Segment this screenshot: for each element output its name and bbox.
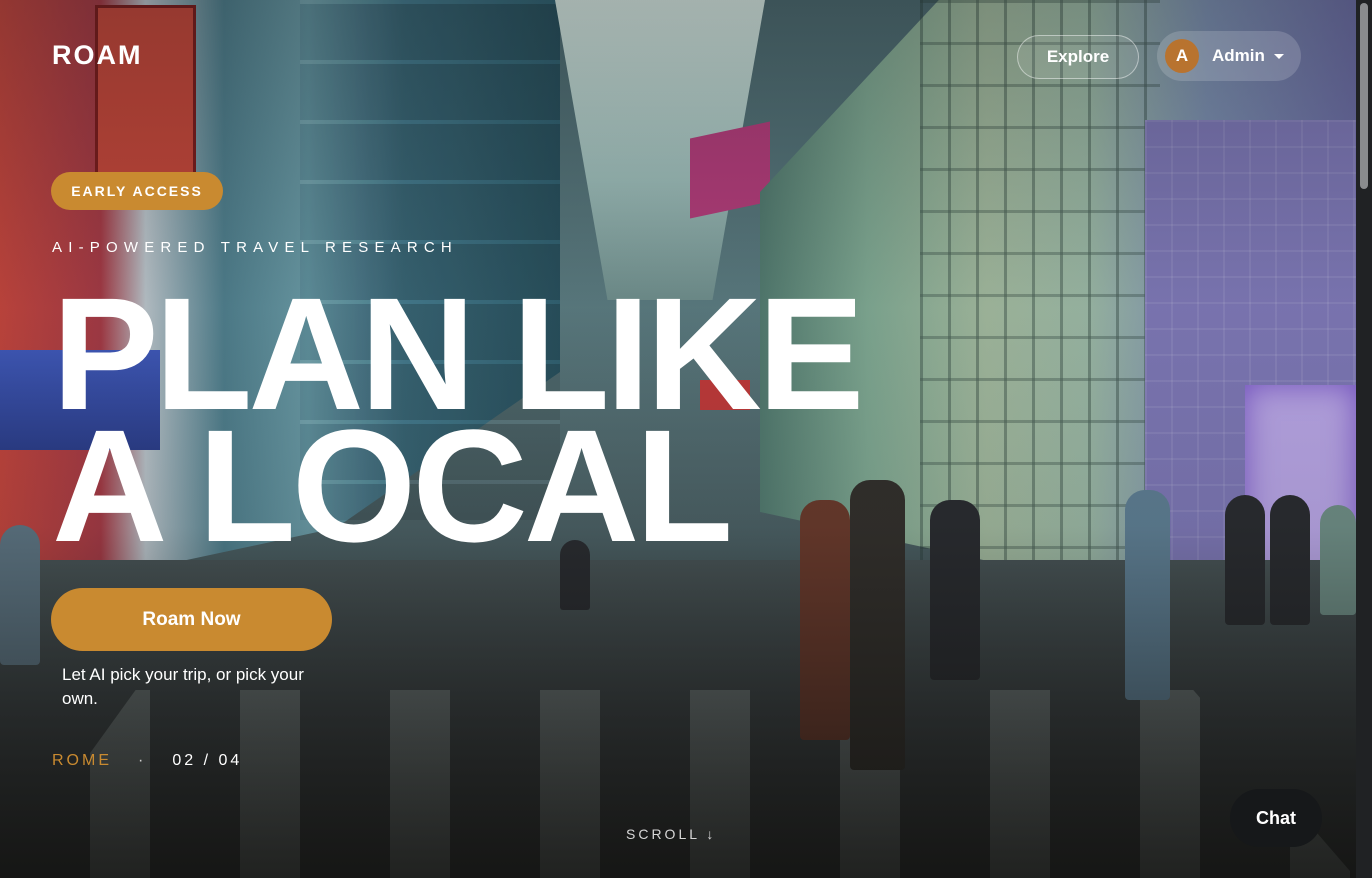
page-scrollbar[interactable] bbox=[1356, 0, 1372, 878]
hero-headline: PLAN LIKE A LOCAL bbox=[52, 274, 864, 566]
hero-eyebrow: AI-POWERED TRAVEL RESEARCH bbox=[52, 239, 458, 256]
roam-logo[interactable]: ROAM bbox=[52, 40, 143, 71]
hero-subtext: Let AI pick your trip, or pick your own. bbox=[62, 665, 304, 708]
scroll-hint[interactable]: SCROLL ↓ bbox=[626, 826, 716, 842]
user-menu-button[interactable]: A Admin bbox=[1157, 31, 1301, 81]
early-access-badge: EARLY ACCESS bbox=[51, 172, 223, 210]
avatar: A bbox=[1165, 39, 1199, 73]
slide-indicator: ROME · 02 / 04 bbox=[52, 752, 242, 770]
chat-button[interactable]: Chat bbox=[1230, 789, 1322, 847]
slide-position: 02 / 04 bbox=[172, 752, 243, 769]
slide-city[interactable]: ROME bbox=[52, 752, 112, 769]
slide-separator: · bbox=[138, 752, 147, 769]
chevron-down-icon bbox=[1274, 54, 1284, 59]
explore-button[interactable]: Explore bbox=[1017, 35, 1139, 79]
user-name: Admin bbox=[1212, 46, 1265, 65]
scrollbar-thumb[interactable] bbox=[1360, 3, 1368, 189]
roam-now-button[interactable]: Roam Now bbox=[51, 588, 332, 651]
